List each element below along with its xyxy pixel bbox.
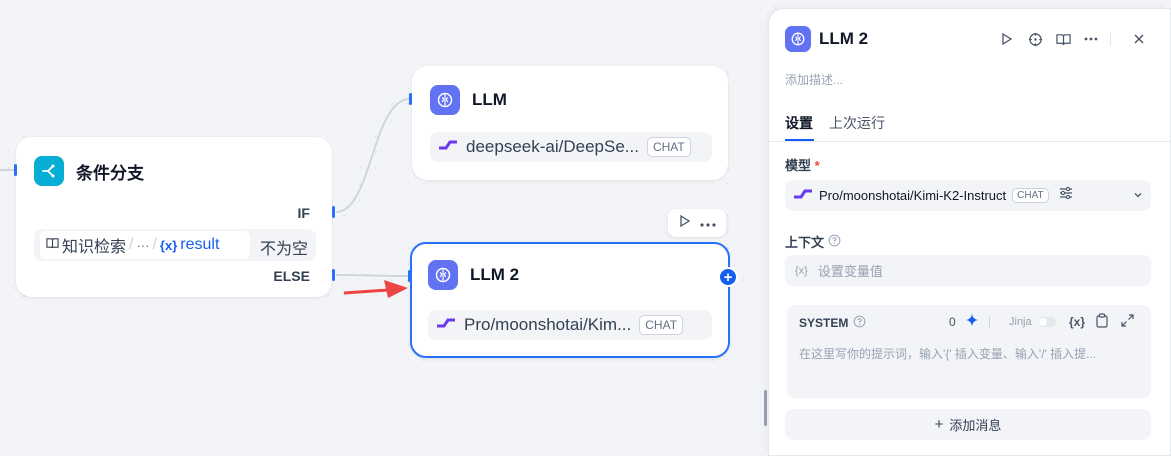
run-step-icon[interactable] xyxy=(998,30,1016,48)
panel-resize-handle[interactable] xyxy=(764,390,767,426)
condition-operator[interactable]: 不为空 xyxy=(260,235,308,259)
condition-separator-2: / xyxy=(152,236,157,253)
model-selector[interactable]: Pro/moonshotai/Kimi-K2-Instruct CHAT xyxy=(785,180,1151,211)
else-label: ELSE xyxy=(273,268,310,284)
system-prompt-placeholder: 在这里写你的提示词，输入'{' 插入变量、输入'/' 插入提... xyxy=(799,347,1097,361)
model-provider-icon xyxy=(793,187,813,205)
add-next-node-button[interactable]: + xyxy=(718,267,738,287)
panel-node-icon xyxy=(785,26,811,52)
annotation-arrow xyxy=(343,288,389,295)
if-output-port[interactable] xyxy=(332,206,335,218)
help-icon xyxy=(853,315,866,331)
brain-icon xyxy=(428,260,458,290)
context-variable-input[interactable]: {x} 设置变量值 xyxy=(785,255,1151,286)
plus-icon: + xyxy=(934,416,944,433)
condition-var-prefix: {x} xyxy=(159,237,178,253)
tab-last-run[interactable]: 上次运行 xyxy=(829,113,885,133)
close-icon[interactable] xyxy=(1130,30,1148,48)
system-label: SYSTEM xyxy=(799,315,866,331)
model-provider-icon xyxy=(436,316,456,334)
more-icon[interactable] xyxy=(700,214,716,232)
if-label: IF xyxy=(297,205,310,221)
condition-var-source: 知识检索 xyxy=(62,239,127,256)
annotation-arrowhead xyxy=(384,280,408,298)
book-open-icon[interactable] xyxy=(1054,30,1072,48)
toolbar-divider xyxy=(989,316,990,328)
llm2-node[interactable]: LLM 2 Pro/moonshotai/Kim... CHAT xyxy=(410,242,730,358)
context-label: 上下文 xyxy=(785,232,841,251)
llm2-node-title: LLM 2 xyxy=(470,265,520,284)
llm2-model-selector[interactable]: Pro/moonshotai/Kim... CHAT xyxy=(428,310,712,340)
plus-icon: + xyxy=(723,268,733,286)
if-else-node-title: 条件分支 xyxy=(76,163,144,183)
insert-variable-icon[interactable]: {x} xyxy=(1069,315,1085,329)
variable-icon: {x} xyxy=(795,264,808,277)
jinja-label: Jinja xyxy=(1009,316,1032,328)
chevron-down-icon[interactable] xyxy=(1133,187,1143,205)
panel-model-name: Pro/moonshotai/Kimi-K2-Instruct xyxy=(819,188,1007,203)
system-prompt-editor[interactable]: SYSTEM 0 Jinja {x} 在这里写你的提示词，输入'{' 插入变量、… xyxy=(787,305,1151,398)
condition-var-name: result xyxy=(180,236,220,253)
llm2-chat-tag: CHAT xyxy=(639,315,684,335)
sparkle-icon[interactable] xyxy=(965,313,979,332)
llm-node[interactable]: LLM deepseek-ai/DeepSe... CHAT xyxy=(412,66,728,180)
panel-chat-tag: CHAT xyxy=(1012,188,1049,203)
run-node-icon[interactable] xyxy=(678,214,692,233)
node-hover-toolbar xyxy=(668,209,726,237)
tabs-divider xyxy=(769,141,1171,142)
llm2-input-port[interactable] xyxy=(408,270,411,282)
llm-model-selector[interactable]: deepseek-ai/DeepSe... CHAT xyxy=(430,132,712,162)
tab-settings[interactable]: 设置 xyxy=(785,113,813,133)
branch-icon xyxy=(34,156,64,186)
brain-icon xyxy=(430,85,460,115)
clipboard-icon[interactable] xyxy=(1095,313,1109,333)
llm2-model-name: Pro/moonshotai/Kim... xyxy=(464,315,632,334)
condition-variable-chip[interactable]: 知识检索 / ··· / {x} result xyxy=(40,231,250,259)
model-provider-icon xyxy=(438,138,458,156)
llm-model-name: deepseek-ai/DeepSe... xyxy=(466,137,639,156)
condition-ellipsis: ··· xyxy=(136,237,150,253)
edge-else-to-llm2 xyxy=(335,274,411,277)
llm-node-title: LLM xyxy=(472,90,507,109)
description-input[interactable]: 添加描述... xyxy=(785,71,843,88)
llm-input-port[interactable] xyxy=(409,93,412,105)
model-label: 模型 * xyxy=(785,158,820,173)
crosshair-icon[interactable] xyxy=(1026,30,1044,48)
condition-separator-1: / xyxy=(129,236,134,253)
panel-divider-v xyxy=(1110,32,1111,46)
node-settings-panel: LLM 2 添加描述... 设置 上次运行 模型 * Pro/moonshota… xyxy=(768,8,1171,456)
panel-title[interactable]: LLM 2 xyxy=(819,29,868,49)
brain-icon xyxy=(791,32,805,46)
help-icon xyxy=(828,234,841,250)
if-else-input-port[interactable] xyxy=(14,164,17,176)
add-message-button[interactable]: + 添加消息 xyxy=(785,409,1151,440)
condition-row[interactable]: 知识检索 / ··· / {x} result 不为空 xyxy=(34,229,316,261)
expand-icon[interactable] xyxy=(1121,314,1134,332)
sliders-icon[interactable] xyxy=(1059,186,1073,205)
if-else-node[interactable]: 条件分支 IF 知识检索 / ··· / {x} result 不为空 ELSE xyxy=(16,137,332,297)
token-count: 0 xyxy=(949,315,956,329)
else-output-port[interactable] xyxy=(332,269,335,281)
book-icon xyxy=(46,237,59,253)
llm-chat-tag: CHAT xyxy=(646,137,691,157)
required-mark: * xyxy=(814,158,820,173)
edge-if-to-llm xyxy=(335,98,411,213)
jinja-toggle[interactable] xyxy=(1038,317,1056,327)
add-message-label: 添加消息 xyxy=(949,418,1002,433)
more-icon[interactable] xyxy=(1082,30,1100,48)
context-placeholder: 设置变量值 xyxy=(817,264,883,279)
